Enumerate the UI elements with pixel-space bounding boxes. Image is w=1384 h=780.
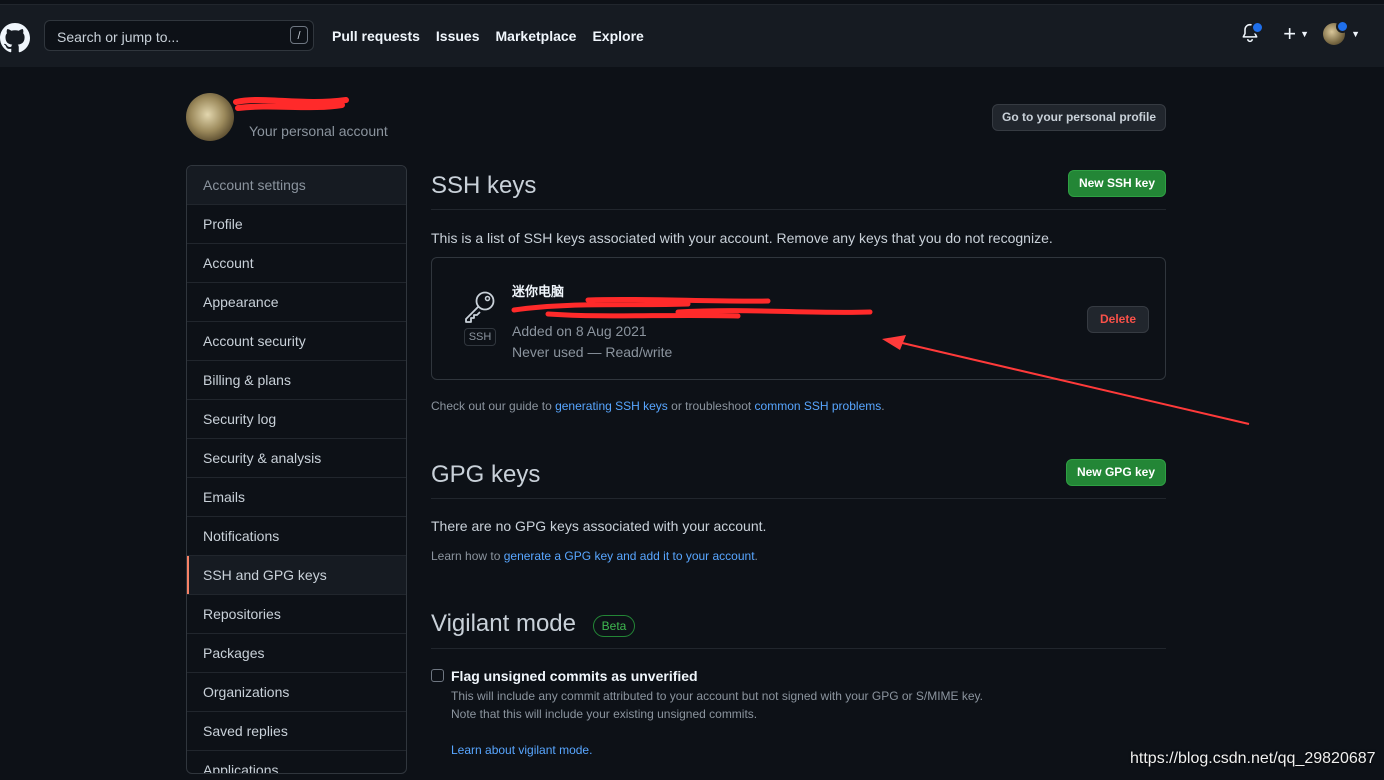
notification-unread-dot xyxy=(1251,21,1265,34)
search-shortcut-key: / xyxy=(290,26,308,44)
ssh-key-usage: Never used — Read/write xyxy=(512,344,673,360)
gpg-learn-text: Learn how to generate a GPG key and add … xyxy=(431,549,758,563)
nav-pull-requests[interactable]: Pull requests xyxy=(332,28,420,44)
gpg-learn-suffix: . xyxy=(754,549,758,563)
common-ssh-problems-link[interactable]: common SSH problems xyxy=(755,399,882,413)
sidebar-item-saved-replies[interactable]: Saved replies xyxy=(187,711,406,750)
vigilant-note-1: This will include any commit attributed … xyxy=(451,689,984,703)
sidebar-item-organizations[interactable]: Organizations xyxy=(187,672,406,711)
nav-links: Pull requests Issues Marketplace Explore xyxy=(332,28,660,44)
github-logo-icon[interactable] xyxy=(0,22,30,54)
sidebar-header-account-settings: Account settings xyxy=(187,166,406,204)
generate-gpg-key-link[interactable]: generate a GPG key and add it to your ac… xyxy=(504,549,755,563)
vigilant-heading-divider xyxy=(431,648,1166,649)
ssh-description: This is a list of SSH keys associated wi… xyxy=(431,230,1053,246)
sidebar-item-security-log[interactable]: Security log xyxy=(187,399,406,438)
username-redaction-scribble xyxy=(233,97,349,111)
flag-unsigned-commits-label[interactable]: Flag unsigned commits as unverified xyxy=(451,668,698,684)
sidebar-item-profile[interactable]: Profile xyxy=(187,204,406,243)
gpg-empty-message: There are no GPG keys associated with yo… xyxy=(431,518,767,534)
create-dropdown-caret-icon[interactable]: ▼ xyxy=(1300,29,1309,39)
ssh-key-added-date: Added on 8 Aug 2021 xyxy=(512,323,647,339)
source-watermark: https://blog.csdn.net/qq_29820687 xyxy=(1130,750,1376,767)
user-menu-caret-icon[interactable]: ▼ xyxy=(1351,29,1360,39)
notifications-button[interactable] xyxy=(1241,21,1265,45)
sidebar-item-account-security[interactable]: Account security xyxy=(187,321,406,360)
generating-ssh-keys-link[interactable]: generating SSH keys xyxy=(555,399,668,413)
learn-vigilant-mode-link[interactable]: Learn about vigilant mode. xyxy=(451,743,592,757)
search-box[interactable]: / xyxy=(44,20,314,52)
flag-unsigned-commits-checkbox[interactable] xyxy=(431,669,444,682)
key-icon xyxy=(465,291,495,323)
sidebar-item-packages[interactable]: Packages xyxy=(187,633,406,672)
sidebar-item-security-analysis[interactable]: Security & analysis xyxy=(187,438,406,477)
fingerprint-redaction-scribble xyxy=(511,296,873,319)
account-avatar[interactable] xyxy=(186,93,234,141)
sidebar-item-notifications[interactable]: Notifications xyxy=(187,516,406,555)
ssh-keys-heading: SSH keys xyxy=(431,172,537,199)
sidebar-item-repositories[interactable]: Repositories xyxy=(187,594,406,633)
nav-right-actions: + ▼ ▼ xyxy=(1241,20,1360,45)
account-type-label: Your personal account xyxy=(249,123,388,139)
user-menu-avatar[interactable] xyxy=(1323,20,1350,45)
ssh-guide-text: Check out our guide to generating SSH ke… xyxy=(431,399,885,413)
sidebar-item-appearance[interactable]: Appearance xyxy=(187,282,406,321)
avatar-status-dot xyxy=(1336,20,1350,33)
ssh-guide-middle: or troubleshoot xyxy=(667,399,755,413)
sidebar-item-billing-plans[interactable]: Billing & plans xyxy=(187,360,406,399)
sidebar-item-account[interactable]: Account xyxy=(187,243,406,282)
gpg-keys-heading: GPG keys xyxy=(431,461,541,488)
annotation-arrow xyxy=(882,335,1250,425)
ssh-guide-suffix: . xyxy=(881,399,885,413)
new-gpg-key-button[interactable]: New GPG key xyxy=(1066,459,1166,486)
sidebar-item-ssh-gpg-keys[interactable]: SSH and GPG keys xyxy=(187,555,406,594)
go-to-profile-button[interactable]: Go to your personal profile xyxy=(992,104,1166,131)
search-input[interactable] xyxy=(45,21,289,52)
create-new-button[interactable]: + xyxy=(1283,23,1296,45)
nav-marketplace[interactable]: Marketplace xyxy=(496,28,577,44)
gpg-heading-divider xyxy=(431,498,1166,499)
sidebar-item-emails[interactable]: Emails xyxy=(187,477,406,516)
gpg-learn-prefix: Learn how to xyxy=(431,549,504,563)
ssh-type-badge: SSH xyxy=(464,328,496,346)
ssh-heading-divider xyxy=(431,209,1166,210)
top-navbar: / Pull requests Issues Marketplace Explo… xyxy=(0,4,1384,67)
vigilant-mode-heading: Vigilant mode xyxy=(431,610,576,637)
ssh-guide-prefix: Check out our guide to xyxy=(431,399,556,413)
new-ssh-key-button[interactable]: New SSH key xyxy=(1068,170,1166,197)
sidebar-item-applications[interactable]: Applications xyxy=(187,750,406,773)
nav-issues[interactable]: Issues xyxy=(436,28,480,44)
beta-badge: Beta xyxy=(593,615,635,637)
vigilant-note-2: Note that this will include your existin… xyxy=(451,707,758,721)
settings-sidebar: Account settings Profile Account Appeara… xyxy=(186,165,407,774)
nav-explore[interactable]: Explore xyxy=(592,28,643,44)
